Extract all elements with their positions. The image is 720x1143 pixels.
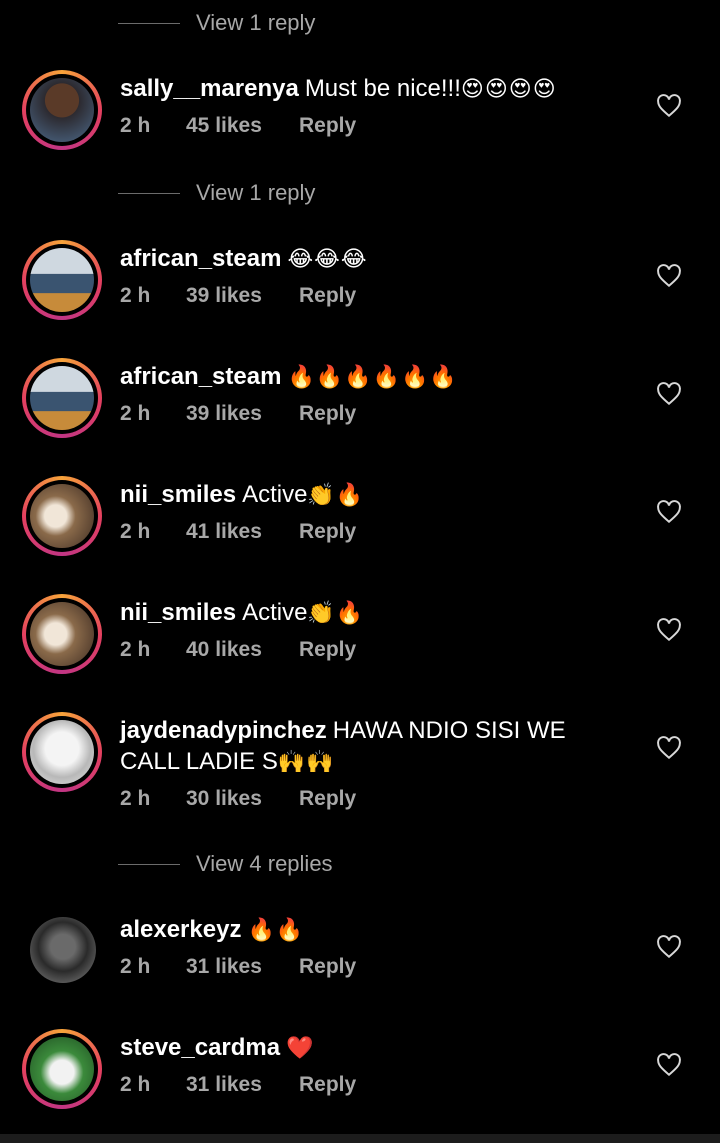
heart-icon[interactable] — [656, 935, 682, 959]
user-photo — [30, 1037, 94, 1101]
user-photo — [30, 78, 94, 142]
divider-line — [118, 192, 180, 194]
comment-emoji: ❤️ — [286, 1035, 315, 1060]
comment-time: 2 h — [120, 284, 151, 307]
view-replies-label: View 1 reply — [196, 10, 316, 35]
comment-emoji: 🙌🙌 — [277, 749, 335, 774]
comment-emoji: 🔥🔥🔥🔥🔥🔥 — [287, 364, 458, 389]
likes-count[interactable]: 30 likes — [186, 787, 299, 811]
heart-icon[interactable] — [656, 736, 682, 760]
comment-time: 2 h — [120, 787, 151, 810]
comment-time: 2 h — [120, 1073, 151, 1096]
likes-count[interactable]: 31 likes — [186, 1073, 299, 1097]
reply-button[interactable]: Reply — [299, 955, 356, 979]
username-link[interactable]: nii_smiles — [120, 599, 236, 626]
username-link[interactable]: steve_cardma — [120, 1034, 280, 1061]
reply-button[interactable]: Reply — [299, 402, 356, 426]
comment-time: 2 h — [120, 402, 151, 425]
view-replies-button[interactable]: View 1 reply — [118, 178, 315, 208]
view-replies-button[interactable]: View 4 replies — [118, 849, 333, 879]
comment-time: 2 h — [120, 520, 151, 543]
reply-button[interactable]: Reply — [299, 638, 356, 662]
heart-icon[interactable] — [656, 618, 682, 642]
view-replies-label: View 1 reply — [196, 180, 316, 205]
username-link[interactable]: jaydenadypinchez — [120, 717, 327, 744]
avatar[interactable] — [22, 70, 102, 150]
comment-emoji: 😍😍😍😍 — [460, 76, 557, 101]
avatar[interactable] — [22, 358, 102, 438]
avatar[interactable] — [22, 240, 102, 320]
reply-button[interactable]: Reply — [299, 114, 356, 138]
reply-button[interactable]: Reply — [299, 1073, 356, 1097]
comment-text: Active — [242, 599, 308, 626]
avatar[interactable] — [22, 594, 102, 674]
heart-icon[interactable] — [656, 94, 682, 118]
comment-emoji: 😂😂😂 — [287, 246, 368, 271]
reply-button[interactable]: Reply — [299, 787, 356, 811]
comment-text: Active — [242, 481, 308, 508]
username-link[interactable]: sally__marenya — [120, 75, 299, 102]
comment-emoji: 🔥🔥 — [247, 917, 305, 942]
avatar[interactable] — [22, 476, 102, 556]
username-link[interactable]: african_steam — [120, 363, 281, 390]
comment-time: 2 h — [120, 114, 151, 137]
username-link[interactable]: african_steam — [120, 245, 281, 272]
comment-time: 2 h — [120, 638, 151, 661]
heart-icon[interactable] — [656, 1053, 682, 1077]
comment-emoji: 👏🔥 — [307, 600, 365, 625]
likes-count[interactable]: 39 likes — [186, 402, 299, 426]
username-link[interactable]: alexerkeyz — [120, 916, 241, 943]
avatar[interactable] — [22, 712, 102, 792]
divider-line — [118, 22, 180, 24]
likes-count[interactable]: 45 likes — [186, 114, 299, 138]
user-photo — [30, 720, 94, 784]
comment-time: 2 h — [120, 955, 151, 978]
view-replies-label: View 4 replies — [196, 851, 333, 876]
heart-icon[interactable] — [656, 264, 682, 288]
likes-count[interactable]: 39 likes — [186, 284, 299, 308]
reply-button[interactable]: Reply — [299, 520, 356, 544]
comment-emoji: 👏🔥 — [307, 482, 365, 507]
user-photo — [30, 602, 94, 666]
user-photo — [30, 917, 96, 983]
likes-count[interactable]: 40 likes — [186, 638, 299, 662]
view-replies-button[interactable]: View 1 reply — [118, 8, 315, 38]
likes-count[interactable]: 41 likes — [186, 520, 299, 544]
comment-text: Must be nice!!! — [304, 75, 461, 102]
bottom-bar — [0, 1134, 720, 1143]
heart-icon[interactable] — [656, 382, 682, 406]
reply-button[interactable]: Reply — [299, 284, 356, 308]
likes-count[interactable]: 31 likes — [186, 955, 299, 979]
user-photo — [30, 484, 94, 548]
avatar[interactable] — [22, 1029, 102, 1109]
heart-icon[interactable] — [656, 500, 682, 524]
username-link[interactable]: nii_smiles — [120, 481, 236, 508]
divider-line — [118, 863, 180, 865]
avatar[interactable] — [30, 917, 96, 983]
user-photo — [30, 248, 94, 312]
user-photo — [30, 366, 94, 430]
